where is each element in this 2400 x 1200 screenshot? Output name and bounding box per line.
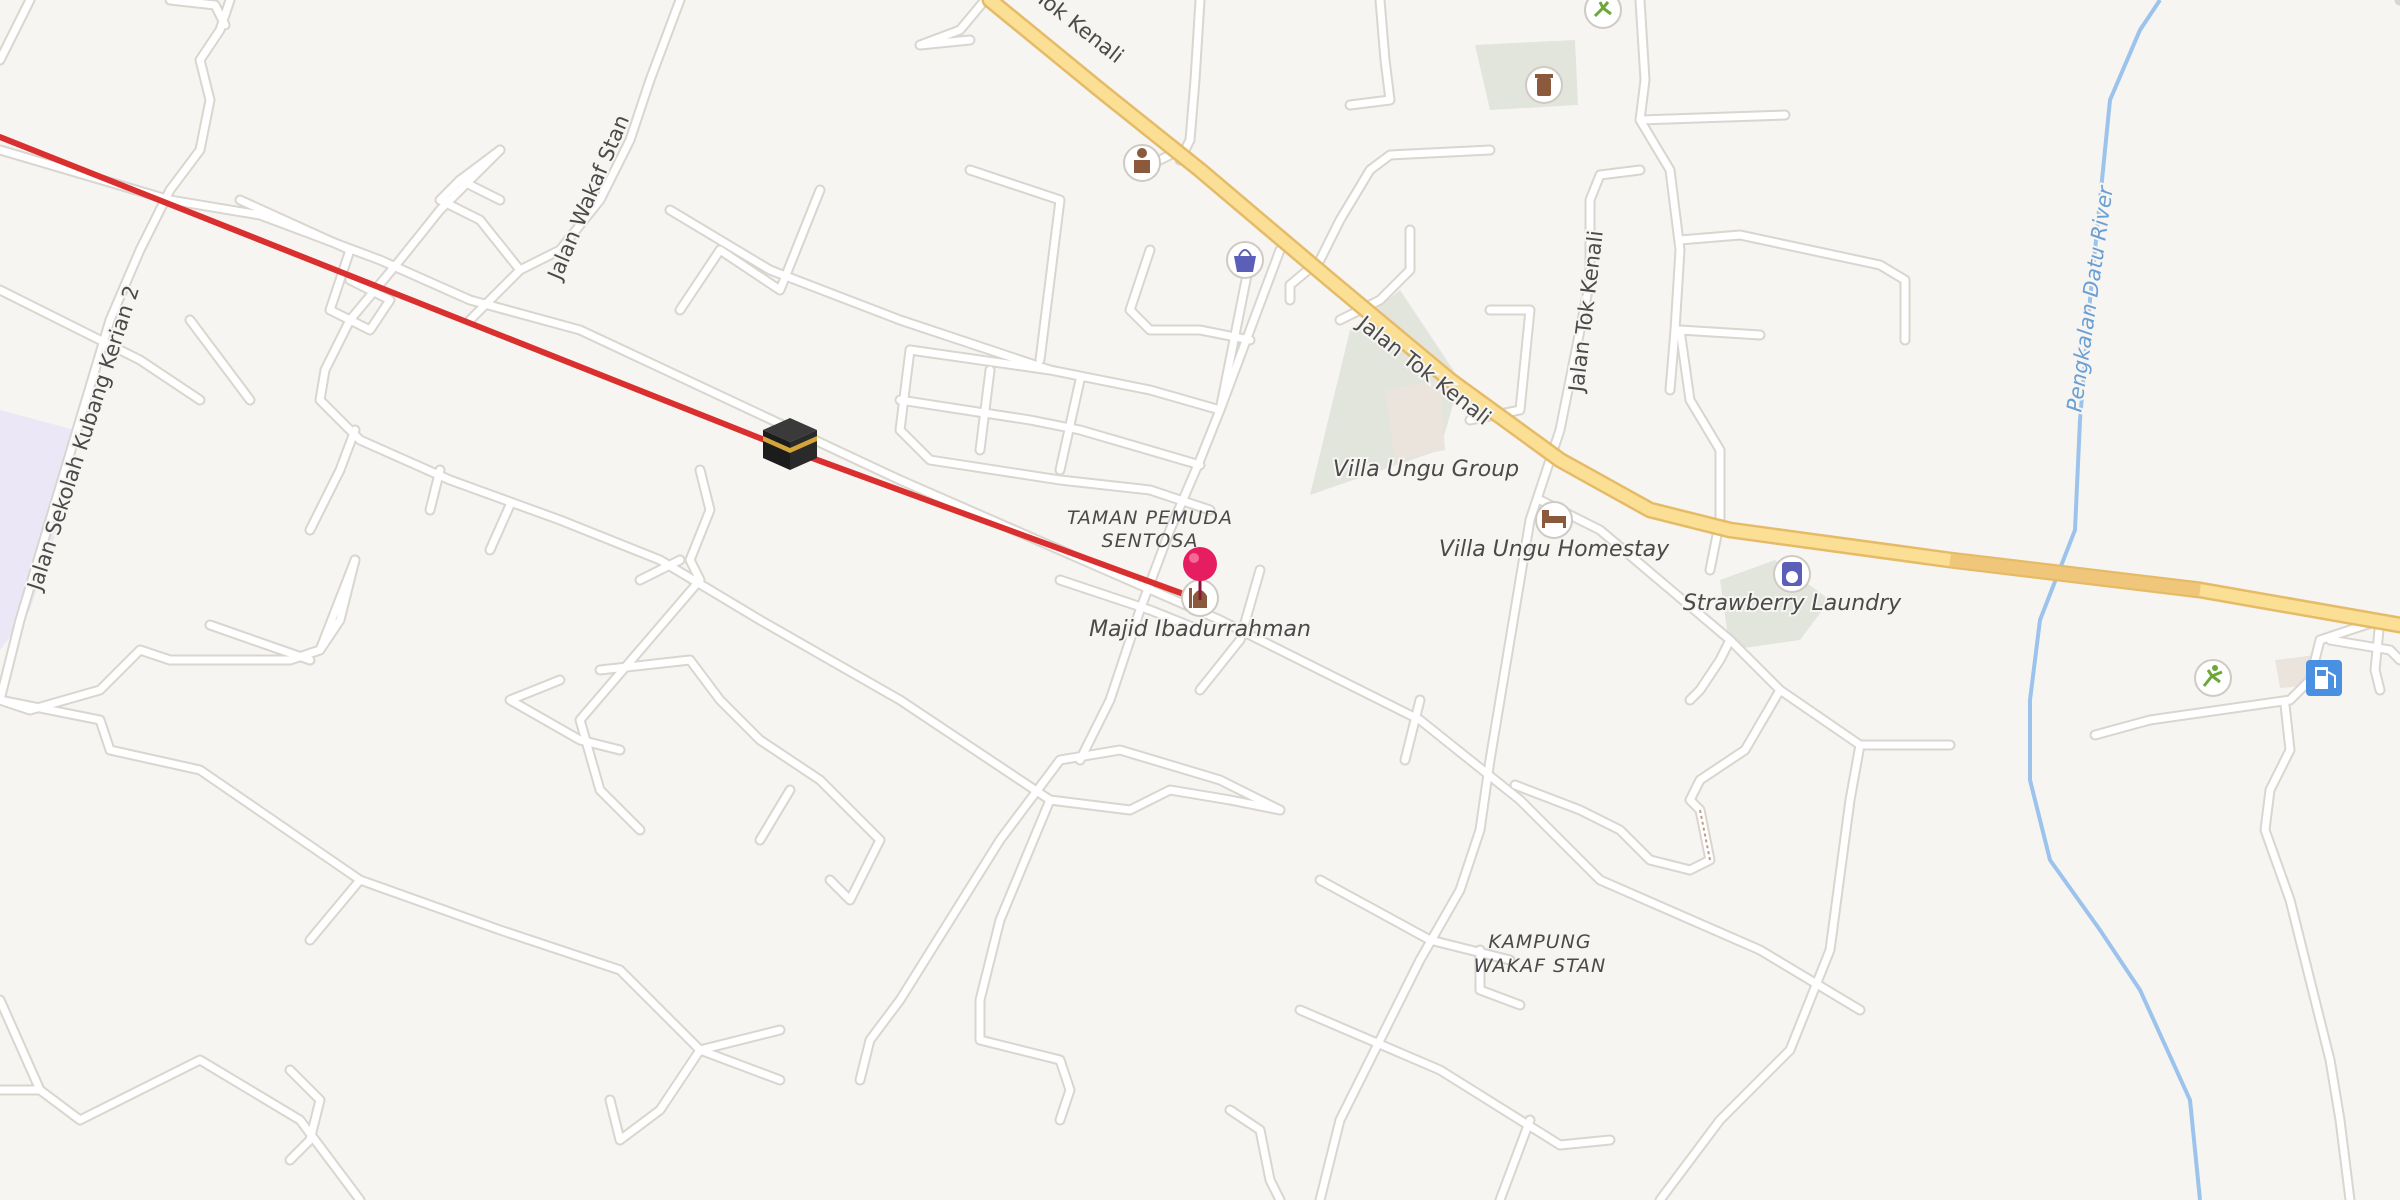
district-label-taman-line1: TAMAN PEMUDA <box>1067 507 1233 529</box>
attraction-icon[interactable] <box>1525 66 1563 104</box>
fuel-icon[interactable] <box>2306 660 2342 696</box>
district-label-taman-line2: SENTOSA <box>1102 530 1199 552</box>
park-area <box>1475 40 1578 110</box>
laundry-icon[interactable] <box>1773 555 1811 593</box>
shopping-bag-icon[interactable] <box>1226 241 1264 279</box>
map-canvas[interactable]: lan Tok Kenali Jalan Tok Kenali Jalan Wa… <box>0 0 2400 1200</box>
bed-icon[interactable] <box>1535 501 1573 539</box>
district-label-kampung-line2: WAKAF STAN <box>1474 955 1606 977</box>
poi-label-villa-homestay[interactable]: Villa Ungu Homestay <box>1437 535 1672 564</box>
district-label-kampung-line1: KAMPUNG <box>1488 931 1591 953</box>
sport-icon[interactable] <box>1584 0 1622 29</box>
poi-label-laundry[interactable]: Strawberry Laundry <box>1681 589 1904 618</box>
sport-icon[interactable] <box>2194 659 2232 697</box>
poi-label-majid[interactable]: Majid Ibadurrahman <box>1087 615 1313 644</box>
doctor-icon[interactable] <box>1123 144 1161 182</box>
map-svg[interactable]: lan Tok Kenali Jalan Tok Kenali Jalan Wa… <box>0 0 2400 1200</box>
poi-label-villa-group[interactable]: Villa Ungu Group <box>1331 455 1521 484</box>
